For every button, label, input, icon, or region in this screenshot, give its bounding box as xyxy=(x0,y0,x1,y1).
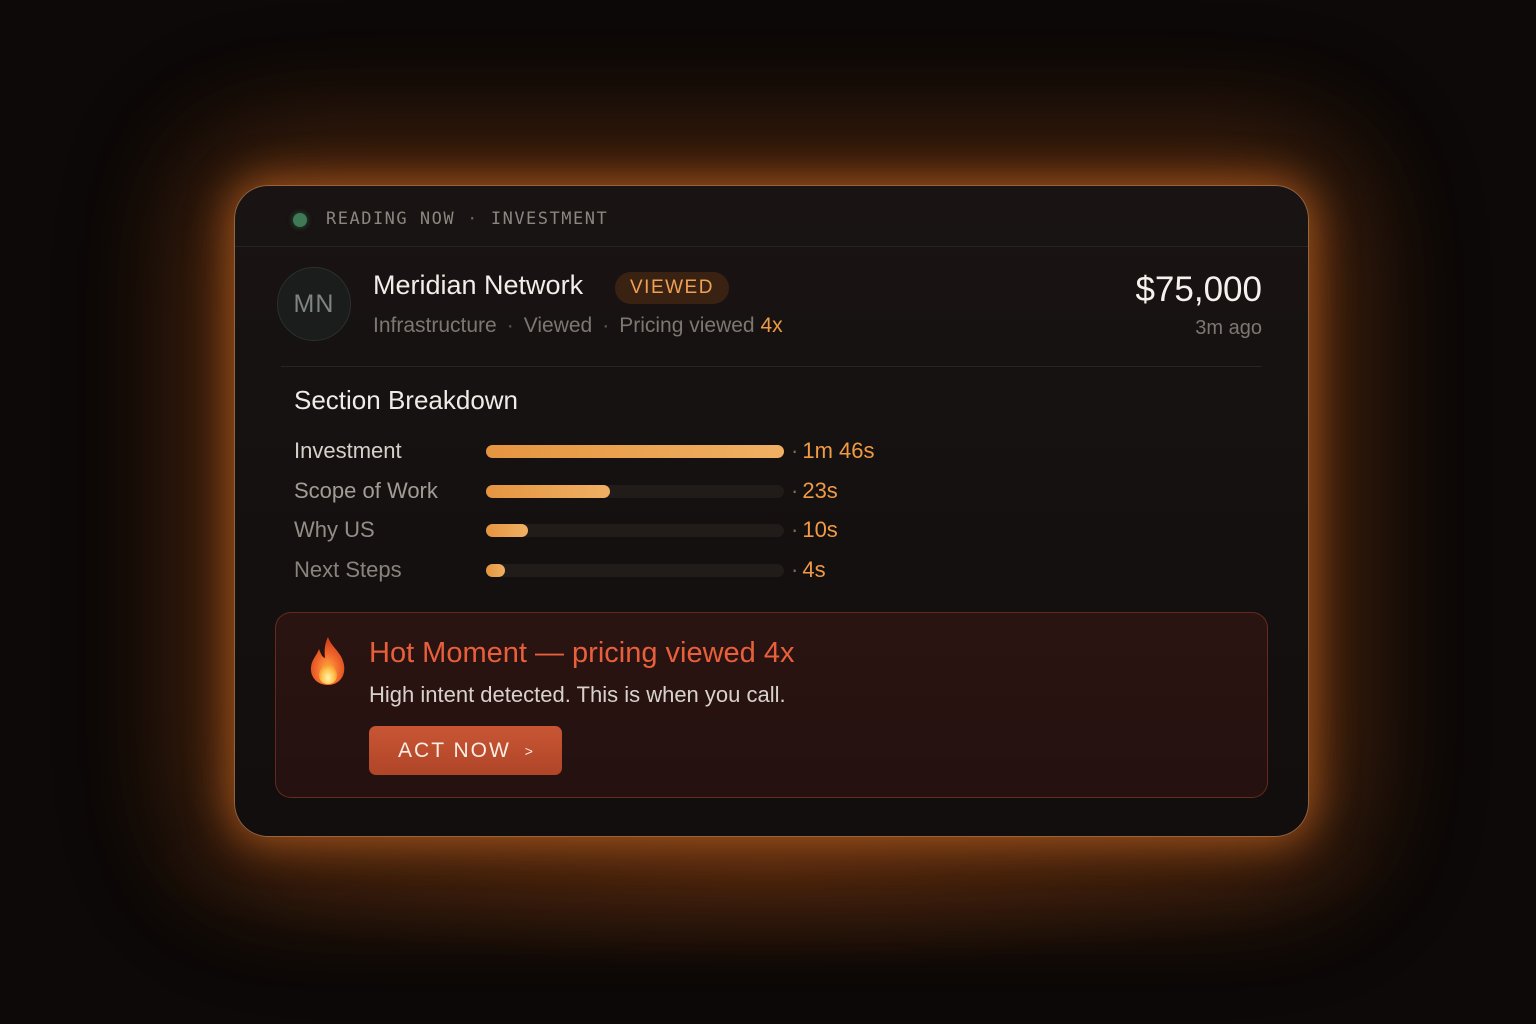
company-name[interactable]: Meridian Network xyxy=(373,270,583,301)
deal-amount: $75,000 xyxy=(1135,270,1262,309)
hot-moment-alert: Hot Moment — pricing viewed 4x High inte… xyxy=(275,612,1268,798)
activity-card: READING NOW · INVESTMENT MN Meridian Netwo… xyxy=(234,185,1309,837)
breakdown-row-label: Next Steps xyxy=(294,556,402,582)
last-activity-time: 3m ago xyxy=(1195,317,1262,339)
reading-status-text: READING NOW · INVESTMENT xyxy=(326,209,608,229)
reading-status-label: READING NOW xyxy=(326,209,456,229)
breakdown-row-label: Scope of Work xyxy=(294,477,438,503)
time-bar-track xyxy=(486,524,784,537)
header-divider xyxy=(281,366,1262,367)
background-stage: READING NOW · INVESTMENT MN Meridian Netwo… xyxy=(0,0,1536,1024)
breakdown-row: Scope of Work 23s xyxy=(294,474,994,514)
pricing-view-count: 4x xyxy=(760,314,783,337)
breakdown-row-time: 4s xyxy=(791,557,825,583)
time-bar-fill xyxy=(486,484,610,498)
hot-moment-title: Hot Moment — pricing viewed 4x xyxy=(369,637,795,669)
section-breakdown-title: Section Breakdown xyxy=(294,385,519,415)
view-state-label: Viewed xyxy=(523,314,593,337)
breakdown-row: Next Steps 4s xyxy=(294,553,994,593)
pricing-viewed-label: Pricing viewed xyxy=(619,314,755,337)
breakdown-row-label: Investment xyxy=(294,438,402,463)
fire-icon xyxy=(310,637,345,685)
live-status-dot-icon xyxy=(293,213,307,227)
section-breakdown-list: Investment 1m 46s Scope of Work 23s Why … xyxy=(294,434,994,592)
breakdown-row-time: 1m 46s xyxy=(791,438,874,464)
hot-moment-subtitle: High intent detected. This is when you c… xyxy=(369,682,786,707)
breakdown-row-time: 10s xyxy=(791,517,837,543)
viewed-status-badge: VIEWED xyxy=(615,272,729,304)
breakdown-row: Why US 10s xyxy=(294,513,994,553)
prospect-meta: Infrastructure · Viewed · Pricing viewed 4x xyxy=(373,314,783,338)
time-bar-fill xyxy=(486,445,784,458)
breakdown-row-label: Why US xyxy=(294,517,375,542)
time-bar-fill xyxy=(486,524,528,537)
reading-status-bar: READING NOW · INVESTMENT xyxy=(235,186,1308,247)
time-bar-fill xyxy=(486,563,506,577)
act-now-button[interactable]: ACT NOW > xyxy=(369,726,562,775)
time-bar-track xyxy=(486,563,784,577)
breakdown-row-time: 23s xyxy=(791,478,837,504)
time-bar-track xyxy=(486,484,784,498)
meta-separator: · xyxy=(602,314,610,337)
time-bar-track xyxy=(486,445,784,458)
act-now-label: ACT NOW xyxy=(398,738,511,762)
company-avatar: MN xyxy=(277,267,351,341)
category-label: Infrastructure xyxy=(373,314,497,337)
meta-separator: · xyxy=(506,314,514,337)
current-section-label: INVESTMENT xyxy=(490,209,609,229)
status-separator: · xyxy=(467,209,479,229)
chevron-right-icon: > xyxy=(524,742,533,759)
breakdown-row: Investment 1m 46s xyxy=(294,434,994,474)
